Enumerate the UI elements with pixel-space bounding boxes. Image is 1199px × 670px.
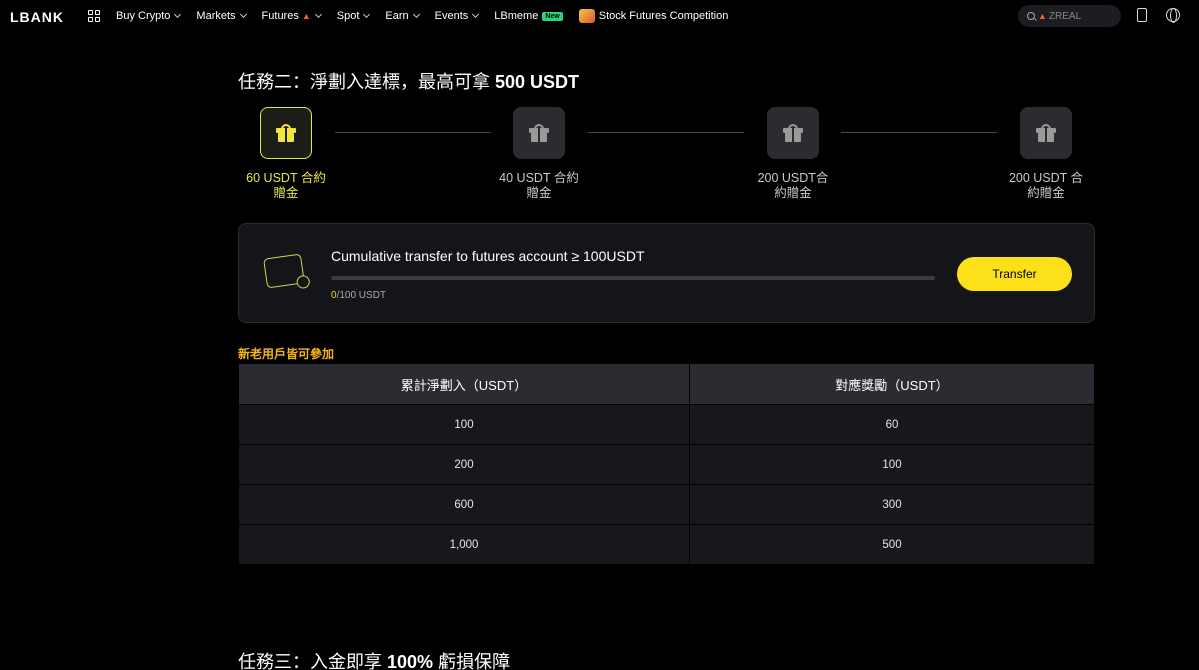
- gift-icon: [276, 124, 296, 142]
- search-icon: [1027, 12, 1035, 20]
- chevron-down-icon: [239, 10, 247, 19]
- chevron-down-icon: [412, 10, 420, 19]
- gift-icon: [1036, 124, 1056, 142]
- table-cell: 100: [689, 444, 1095, 485]
- main-nav: Buy Crypto Markets Futures ▲ Spot Earn E…: [116, 0, 744, 32]
- table-cell: 60: [689, 404, 1095, 445]
- new-badge: New: [542, 11, 563, 21]
- nav-label: Buy Crypto: [116, 10, 171, 22]
- table-cell: 100: [238, 404, 690, 445]
- step-connector: [588, 132, 744, 133]
- nav-earn[interactable]: Earn: [385, 10, 420, 22]
- step-4-label: 200 USDT 合 約贈金: [1008, 171, 1084, 200]
- nav-buy-crypto[interactable]: Buy Crypto: [116, 10, 182, 22]
- step-4-gift-box: [1020, 107, 1072, 159]
- gift-icon: [529, 124, 549, 142]
- search-box[interactable]: ▲ ZREAL: [1018, 5, 1121, 27]
- step-connector: [841, 132, 997, 133]
- step-connector: [335, 132, 491, 133]
- nav-lbmeme[interactable]: LBmeme New: [494, 10, 563, 22]
- nav-label: Stock Futures Competition: [598, 10, 729, 22]
- transfer-progress-text: 0/100 USDT: [331, 290, 386, 301]
- globe-icon[interactable]: [1166, 8, 1180, 23]
- table-header-cumulative: 累計淨劃入（USDT）: [238, 363, 690, 405]
- task3-title-percent: 100%: [387, 652, 434, 670]
- table-cell: 500: [689, 524, 1095, 565]
- fire-icon: ▲: [1038, 11, 1047, 21]
- nav-markets[interactable]: Markets: [196, 10, 247, 22]
- download-app-icon[interactable]: [1137, 8, 1147, 22]
- step-3-gift-box: [767, 107, 819, 159]
- task2-title-amount: 500 USDT: [495, 72, 580, 92]
- transfer-progress-bar: [331, 276, 935, 280]
- nav-label: Spot: [336, 10, 360, 22]
- nav-label: Markets: [196, 10, 236, 22]
- table-cell: 600: [238, 484, 690, 525]
- chevron-down-icon: [363, 10, 371, 19]
- fire-icon: ▲: [301, 11, 311, 21]
- apps-grid-icon[interactable]: [88, 10, 100, 22]
- step-1-gift-box: [260, 107, 312, 159]
- progress-total: /100 USDT: [336, 290, 387, 301]
- task3-title-suffix: 虧損保障: [433, 652, 511, 670]
- table-header-row: 累計淨劃入（USDT） 對應獎勵（USDT）: [238, 363, 1095, 405]
- nav-stock-futures-competition[interactable]: Stock Futures Competition: [578, 9, 729, 23]
- nav-label: Events: [434, 10, 469, 22]
- trophy-icon: [578, 9, 595, 23]
- step-1-label: 60 USDT 合約 贈金: [246, 171, 326, 200]
- transfer-task-card: Cumulative transfer to futures account ≥…: [238, 223, 1095, 323]
- nav-label: LBmeme: [494, 10, 539, 22]
- table-cell: 1,000: [238, 524, 690, 565]
- table-row: 1,000 500: [238, 524, 1095, 565]
- nav-events[interactable]: Events: [434, 10, 480, 22]
- nav-label: Futures: [261, 10, 299, 22]
- chevron-down-icon: [472, 10, 480, 19]
- chevron-down-icon: [314, 10, 322, 19]
- top-navigation-bar: LBANK Buy Crypto Markets Futures ▲ Spot …: [0, 0, 1199, 32]
- nav-spot[interactable]: Spot: [336, 10, 371, 22]
- step-3-label: 200 USDT合 約贈金: [757, 171, 829, 200]
- table-header-reward: 對應獎勵（USDT）: [689, 363, 1095, 405]
- task3-title: 任務三：入金即享 100% 虧損保障: [238, 648, 510, 670]
- lbank-logo[interactable]: LBANK: [10, 9, 64, 25]
- table-row: 600 300: [238, 484, 1095, 525]
- task3-title-prefix: 任務三：入金即享: [238, 652, 388, 670]
- transfer-button[interactable]: Transfer: [957, 257, 1072, 291]
- table-cell: 300: [689, 484, 1095, 525]
- step-2-gift-box: [513, 107, 565, 159]
- nav-futures[interactable]: Futures ▲: [261, 10, 322, 22]
- table-row: 200 100: [238, 444, 1095, 485]
- task2-title: 任務二：淨劃入達標，最高可拿 500 USDT: [238, 68, 579, 94]
- search-input-value: ZREAL: [1048, 10, 1082, 22]
- gift-icon: [783, 124, 803, 142]
- wallet-transfer-icon: [263, 253, 305, 289]
- chevron-down-icon: [174, 10, 182, 19]
- nav-label: Earn: [385, 10, 409, 22]
- eligibility-note: 新老用戶皆可參加: [238, 347, 335, 361]
- table-cell: 200: [238, 444, 690, 485]
- transfer-task-title: Cumulative transfer to futures account ≥…: [331, 248, 645, 264]
- table-row: 100 60: [238, 404, 1095, 445]
- step-2-label: 40 USDT 合約 贈金: [499, 171, 579, 200]
- reward-table: 累計淨劃入（USDT） 對應獎勵（USDT） 100 60 200 100 60…: [238, 363, 1095, 565]
- task2-title-prefix: 任務二：淨劃入達標，最高可拿: [238, 72, 495, 92]
